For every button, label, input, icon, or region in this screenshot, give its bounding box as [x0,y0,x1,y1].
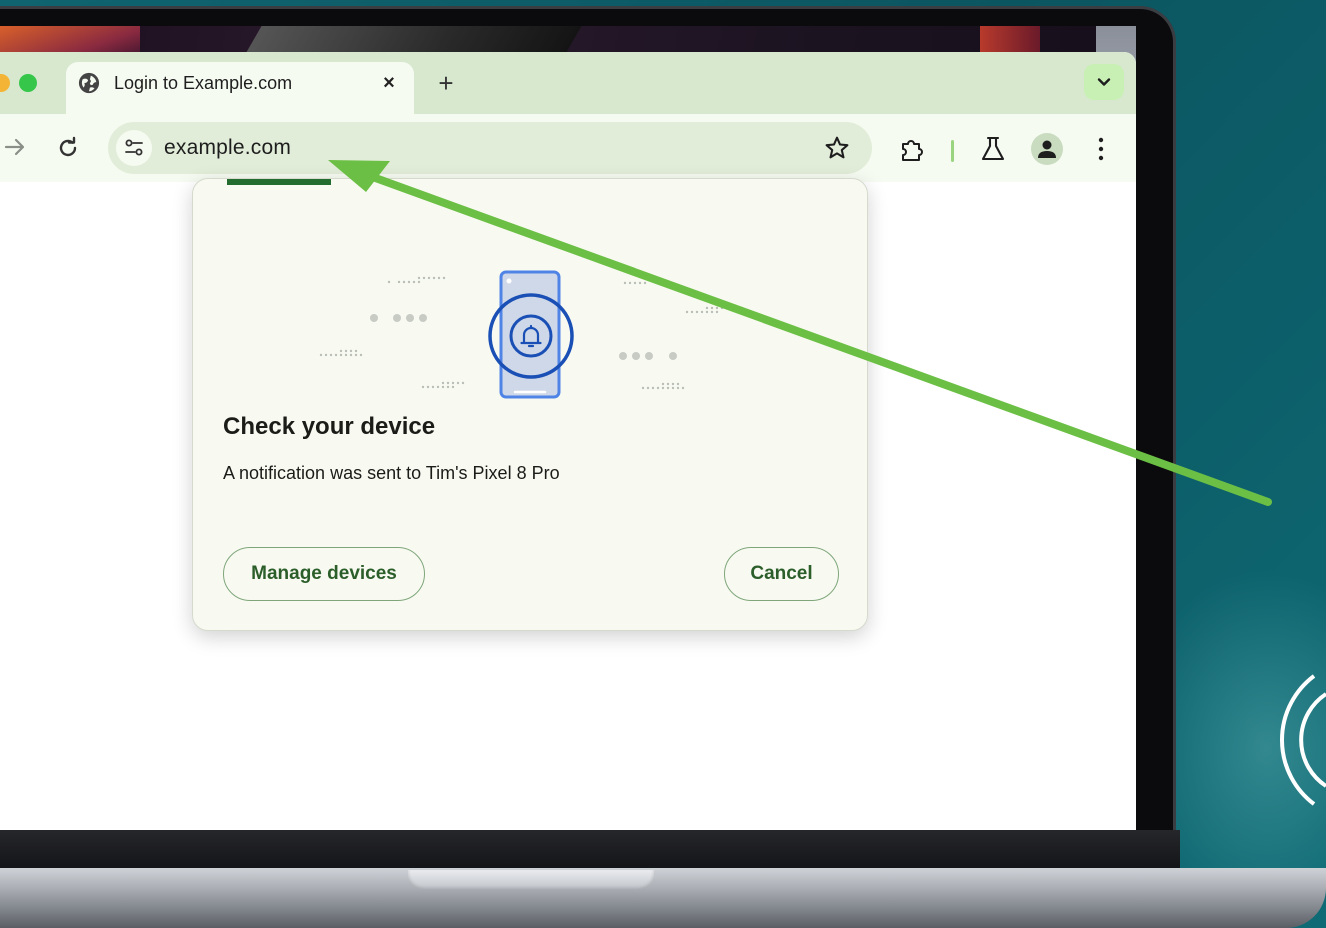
dialog-message: A notification was sent to Tim's Pixel 8… [223,463,560,483]
laptop-bottom-bezel [0,830,1180,872]
puzzle-icon[interactable] [898,136,926,164]
dialog-title: Check your device [223,413,436,440]
address-bar[interactable]: example.com [108,122,872,174]
chevron-down-icon [1097,78,1111,86]
browser-window: Login to Example.com × + example.com Che… [0,52,1136,830]
tune-icon [125,139,143,156]
site-info-button[interactable] [116,130,152,166]
close-tab-button[interactable]: × [376,70,402,96]
new-tab-button[interactable]: + [432,68,460,98]
url-text[interactable]: example.com [164,136,291,160]
laptop-base [0,868,1326,928]
globe-icon [78,72,100,94]
arrow-forward-icon[interactable] [4,136,26,158]
manage-devices-button[interactable]: Manage devices [223,547,425,601]
passkey-verification-dialog: Check your device A notification was sen… [192,178,868,631]
person-icon [1038,140,1056,158]
minimize-button[interactable] [0,74,10,92]
tab-title: Login to Example.com [114,73,293,93]
laptop-notch [408,870,654,890]
toolbar-divider [951,140,954,162]
reload-icon[interactable] [56,136,80,160]
tab-strip: Login to Example.com × + [0,52,1136,114]
cancel-button[interactable]: Cancel [724,547,839,601]
wireless-signal-icon [1280,674,1326,806]
progress-indicator [227,179,331,185]
profile-button[interactable] [1031,133,1063,165]
more-vert-icon[interactable] [1092,135,1110,163]
zoom-button[interactable] [19,74,37,92]
phone-bell-icon [319,270,744,399]
star-icon[interactable] [824,135,850,161]
tab-search-button[interactable] [1084,64,1124,100]
flask-icon[interactable] [980,135,1006,163]
browser-toolbar: example.com [0,114,1136,182]
tab-login[interactable]: Login to Example.com × [66,62,414,114]
